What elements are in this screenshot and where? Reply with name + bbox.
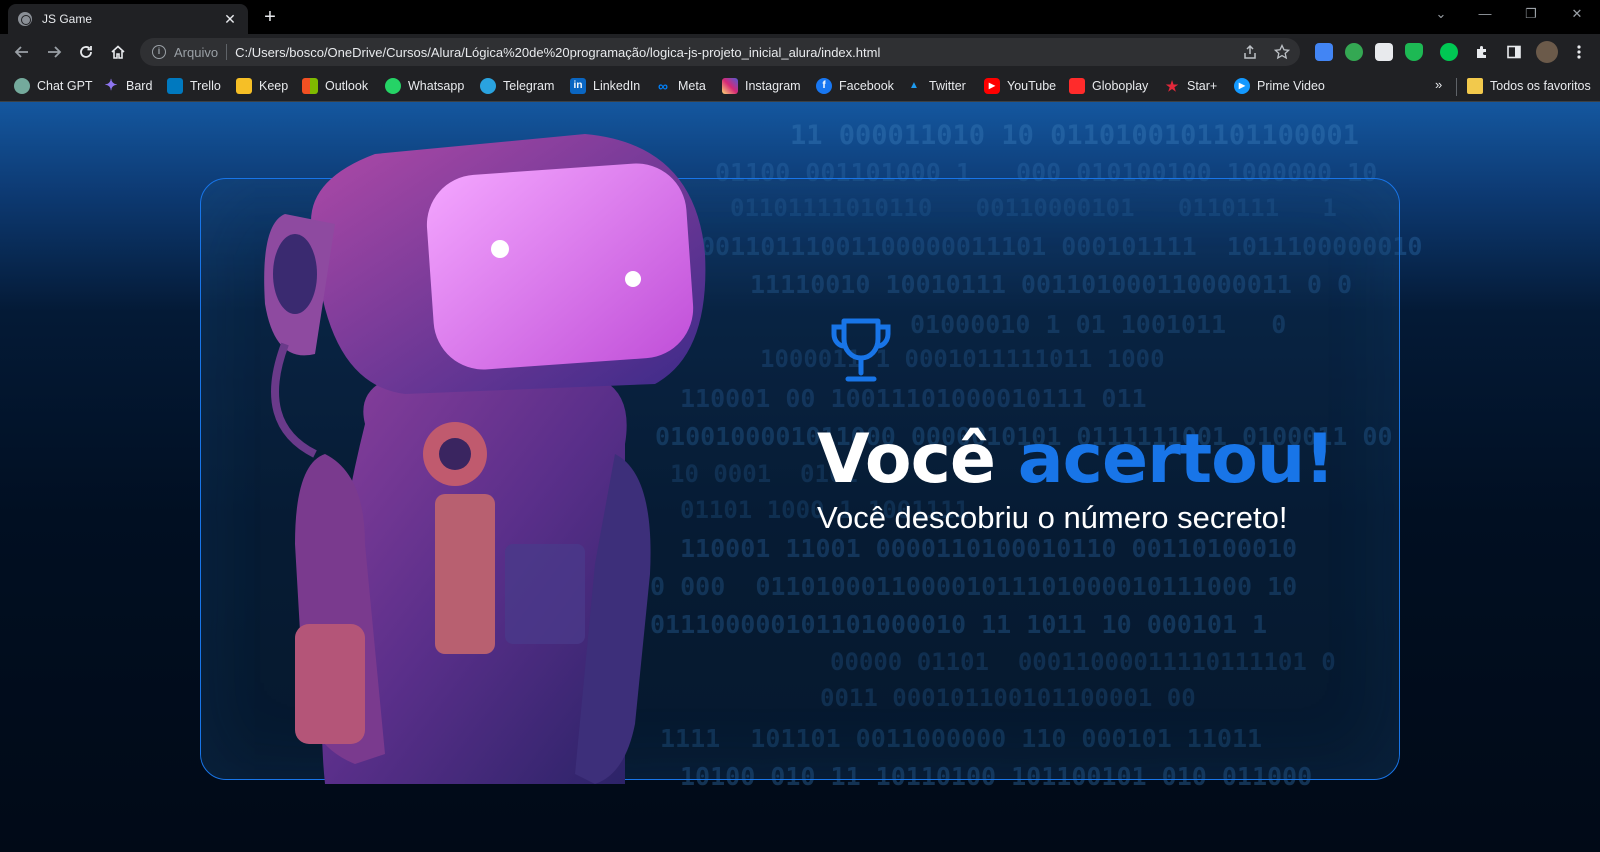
trophy-icon <box>831 318 891 382</box>
add-extension-icon[interactable] <box>1345 43 1363 61</box>
bookmark-keep[interactable]: Keep <box>236 78 288 94</box>
globe-icon <box>18 12 32 26</box>
bookmark-instagram[interactable]: Instagram <box>722 78 801 94</box>
more-menu-icon[interactable] <box>1576 44 1582 63</box>
home-icon <box>111 45 125 59</box>
star-plus-icon: ★ <box>1165 78 1179 94</box>
folder-icon <box>1467 78 1483 94</box>
close-window-button[interactable]: ✕ <box>1562 6 1592 22</box>
binary-line: 11 000011010 10 0110100101101100001 <box>790 120 1359 151</box>
instagram-icon <box>722 78 738 94</box>
bookmark-linkedin[interactable]: in LinkedIn <box>570 78 640 94</box>
back-button[interactable] <box>10 41 34 63</box>
info-icon[interactable]: i <box>152 45 166 59</box>
address-separator <box>226 44 228 60</box>
all-bookmarks-folder[interactable]: Todos os favoritos <box>1467 78 1591 94</box>
twitter-icon: ▲ <box>909 80 919 91</box>
bookmark-whatsapp[interactable]: Whatsapp <box>385 78 464 94</box>
prime-video-icon: ▶ <box>1234 78 1250 94</box>
bookmark-youtube[interactable]: ▶ YouTube <box>984 78 1056 94</box>
bookmark-globoplay[interactable]: Globoplay <box>1069 78 1148 94</box>
notion-extension-icon[interactable] <box>1375 43 1393 61</box>
outlook-icon <box>302 78 318 94</box>
telegram-icon <box>480 78 496 94</box>
bookmark-telegram[interactable]: Telegram <box>480 78 554 94</box>
bookmark-prime-video[interactable]: ▶ Prime Video <box>1234 78 1325 94</box>
tab-search-icon[interactable]: ⌄ <box>1426 6 1456 22</box>
tab-strip: JS Game ✕ + ⌄ — ❐ ✕ <box>0 0 1600 34</box>
minimize-button[interactable]: — <box>1470 6 1500 21</box>
scheme-label: Arquivo <box>174 44 219 60</box>
reload-icon <box>80 46 92 58</box>
robot-astronaut-illustration <box>264 134 706 784</box>
bookmark-star-icon[interactable] <box>1273 43 1291 63</box>
profile-avatar[interactable] <box>1536 41 1558 63</box>
close-tab-icon[interactable]: ✕ <box>222 11 238 28</box>
new-tab-button[interactable]: + <box>258 6 282 30</box>
bookmarks-overflow-button[interactable]: » <box>1435 77 1442 92</box>
bookmark-outlook[interactable]: Outlook <box>302 78 368 94</box>
bookmarks-divider <box>1456 78 1457 96</box>
vpn-extension-icon[interactable] <box>1440 43 1458 61</box>
whatsapp-icon <box>385 78 401 94</box>
success-subtitle: Você descobriu o número secreto! <box>817 500 1288 535</box>
headline-white-text: Você <box>817 420 996 499</box>
keep-icon <box>236 78 252 94</box>
shield-extension-icon[interactable] <box>1405 43 1423 61</box>
game-page: 11 000011010 10 0110100101101100001 0110… <box>0 102 1600 852</box>
url-text[interactable]: C:/Users/bosco/OneDrive/Cursos/Alura/Lóg… <box>235 45 880 60</box>
bookmark-twitter[interactable]: ▲ Twitter <box>906 78 966 94</box>
facebook-icon: f <box>816 78 832 94</box>
linkedin-icon: in <box>570 78 586 94</box>
globoplay-icon <box>1069 78 1085 94</box>
bookmark-bard[interactable]: ✦ Bard <box>103 77 153 94</box>
chatgpt-icon <box>14 78 30 94</box>
bookmark-facebook[interactable]: f Facebook <box>816 78 894 94</box>
translate-extension-icon[interactable] <box>1315 43 1333 61</box>
trello-icon <box>167 78 183 94</box>
tab-js-game[interactable]: JS Game ✕ <box>8 4 248 34</box>
side-panel-icon[interactable] <box>1506 44 1522 63</box>
back-arrow-icon <box>14 46 28 58</box>
youtube-icon: ▶ <box>984 78 1000 94</box>
bookmark-meta[interactable]: ∞ Meta <box>655 78 706 94</box>
meta-icon: ∞ <box>658 78 668 94</box>
bookmarks-bar: Chat GPT ✦ Bard Trello Keep Outlook Whats… <box>0 70 1600 102</box>
home-button[interactable] <box>106 41 130 63</box>
bookmark-star-plus[interactable]: ★ Star+ <box>1164 78 1218 94</box>
puzzle-icon[interactable] <box>1474 44 1490 63</box>
forward-button[interactable] <box>42 41 66 63</box>
tab-title: JS Game <box>42 12 93 26</box>
restore-button[interactable]: ❐ <box>1516 6 1546 22</box>
address-bar[interactable]: i Arquivo C:/Users/bosco/OneDrive/Cursos… <box>140 38 1300 66</box>
bard-icon: ✦ <box>104 77 118 94</box>
browser-toolbar: i Arquivo C:/Users/bosco/OneDrive/Cursos… <box>0 34 1600 70</box>
headline-accent-text: acertou! <box>1017 420 1335 499</box>
reload-button[interactable] <box>74 41 98 63</box>
bookmark-chat-gpt[interactable]: Chat GPT <box>14 78 93 94</box>
forward-arrow-icon <box>48 46 62 58</box>
share-icon[interactable] <box>1242 44 1258 63</box>
success-headline: Você acertou! <box>817 420 1335 499</box>
bookmark-trello[interactable]: Trello <box>167 78 221 94</box>
